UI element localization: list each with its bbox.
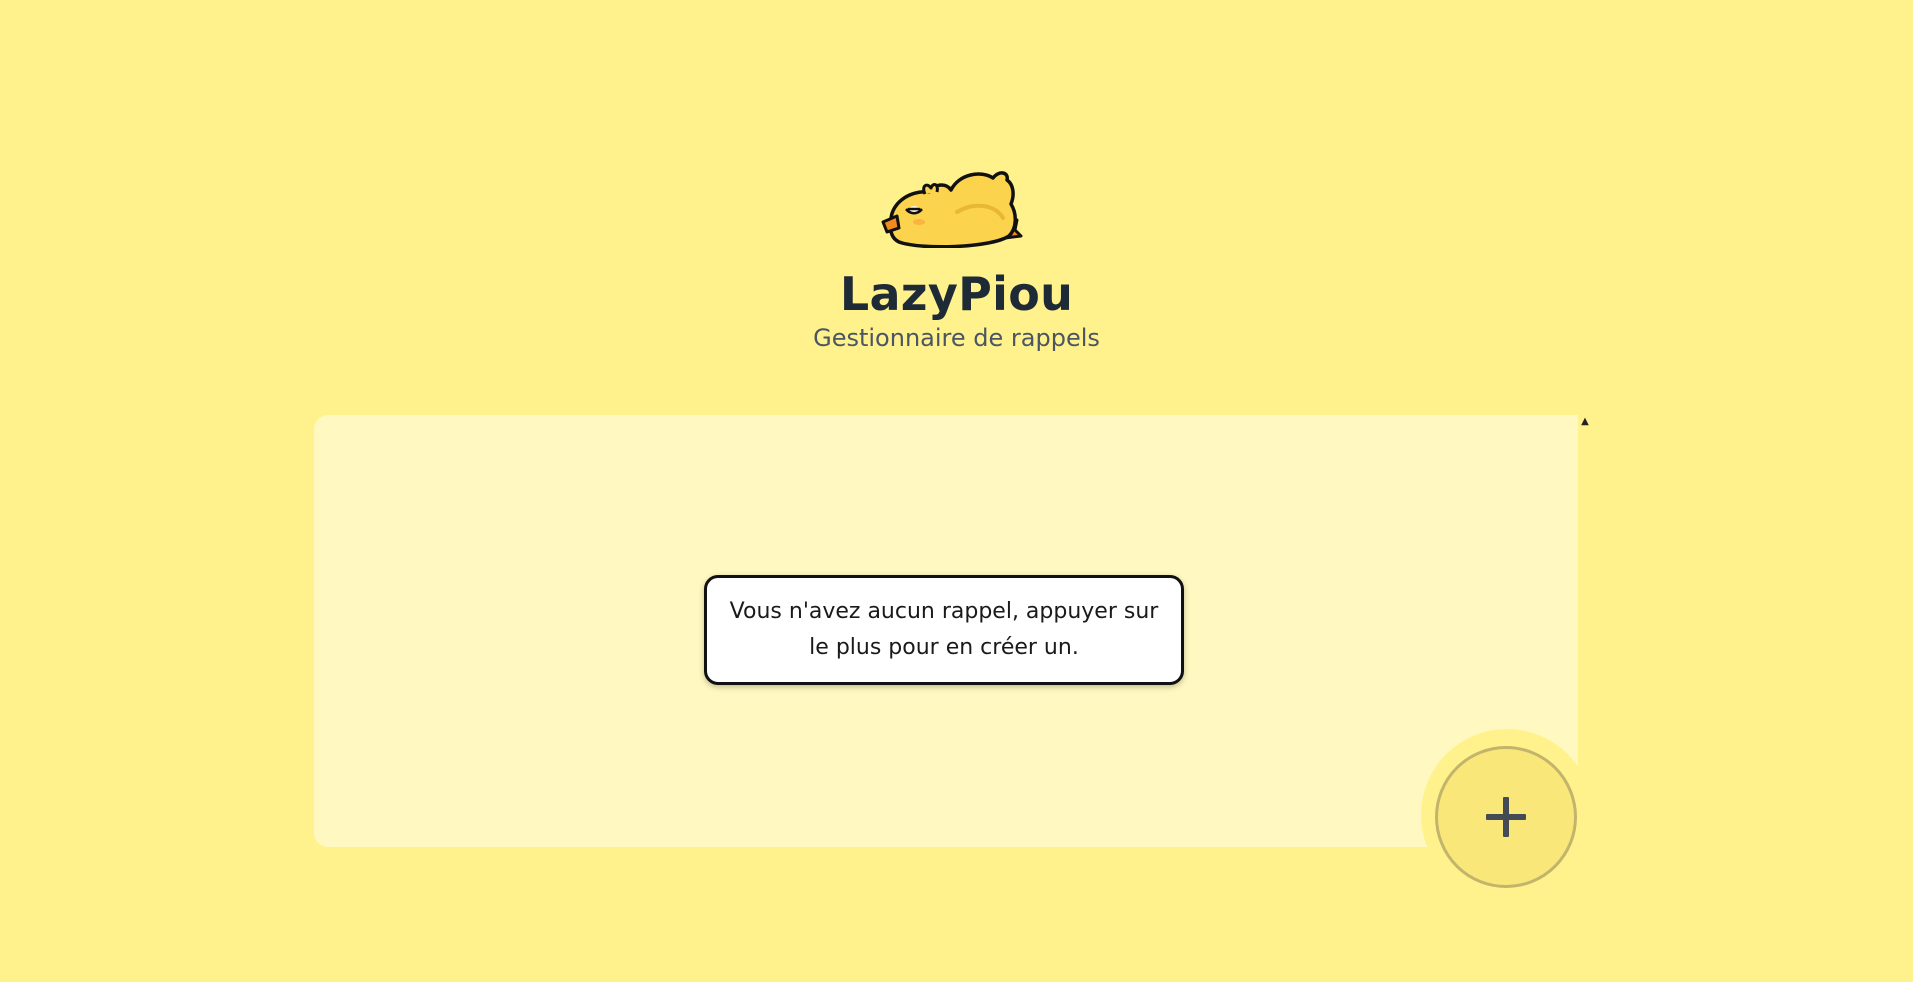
plus-icon [1486, 797, 1526, 837]
scroll-up-arrow-icon[interactable]: ▲ [1578, 415, 1592, 429]
empty-reminders-text: Vous n'avez aucun rappel, appuyer sur le… [729, 599, 1159, 660]
add-reminder-button[interactable] [1435, 746, 1577, 888]
app-root: LazyPiou Gestionnaire de rappels ▲ ⌄ Vou… [0, 0, 1913, 982]
app-subtitle: Gestionnaire de rappels [813, 324, 1100, 352]
sleeping-chick-logo [881, 171, 1023, 248]
empty-reminders-message: Vous n'avez aucun rappel, appuyer sur le… [704, 575, 1184, 685]
app-title: LazyPiou [839, 267, 1074, 321]
